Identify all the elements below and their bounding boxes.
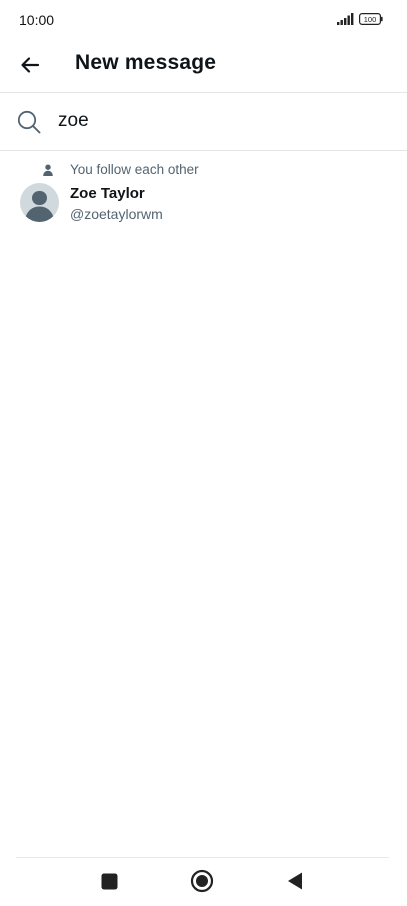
user-name: Zoe Taylor (70, 185, 145, 202)
battery-level: 100 (364, 15, 377, 24)
person-icon (43, 164, 53, 176)
nav-recents-button[interactable] (94, 866, 124, 896)
nav-back-button[interactable] (280, 866, 310, 896)
status-bar: 10:00 100 (0, 0, 407, 40)
follow-status-label: You follow each other (70, 162, 199, 177)
nav-home-button[interactable] (187, 866, 217, 896)
default-avatar-icon (25, 191, 54, 222)
status-time: 10:00 (19, 12, 55, 28)
back-button[interactable] (14, 49, 46, 81)
signal-icon (337, 13, 354, 25)
battery-icon: 100 (359, 13, 383, 25)
user-handle: @zoetaylorwm (70, 206, 163, 222)
triangle-back-icon (288, 872, 302, 890)
page-title: New message (75, 51, 217, 74)
search-bar (0, 93, 407, 151)
nav-divider (16, 857, 389, 858)
square-icon (101, 873, 117, 889)
header: New message (0, 40, 407, 93)
circle-icon (190, 869, 214, 893)
arrow-left-icon (21, 57, 40, 73)
user-result-row[interactable]: You follow each other Zoe Taylor @zoetay… (0, 155, 407, 227)
search-icon (17, 110, 41, 134)
search-input[interactable] (58, 107, 378, 135)
avatar (20, 183, 59, 222)
